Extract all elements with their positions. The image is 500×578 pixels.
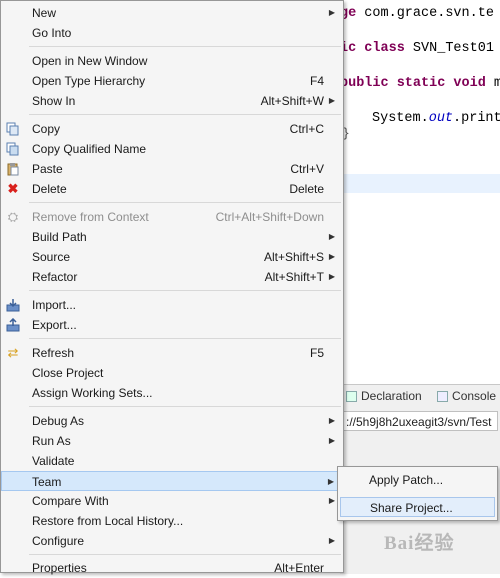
current-line-highlight — [340, 174, 500, 193]
tab-declaration[interactable]: Declaration — [346, 389, 422, 403]
menu-item-refactor[interactable]: Refactor Alt+Shift+T ▶ — [1, 267, 343, 287]
menu-item-team[interactable]: Team ▶ — [1, 471, 343, 491]
menu-separator — [29, 114, 341, 115]
submenu-arrow-icon: ▶ — [328, 436, 335, 445]
menu-item-assign-working-sets[interactable]: Assign Working Sets... — [1, 383, 343, 403]
code-line-method: public static void m — [340, 76, 500, 91]
menu-item-open-in-new-window[interactable]: Open in New Window — [1, 51, 343, 71]
paste-icon — [6, 162, 20, 176]
menu-item-restore-from-local-history[interactable]: Restore from Local History... — [1, 511, 343, 531]
watermark: Bai经验 — [384, 533, 455, 554]
menu-item-import[interactable]: Import... — [1, 295, 343, 315]
menu-item-new[interactable]: New ▶ — [1, 3, 343, 23]
menu-item-delete[interactable]: ✖ Delete Delete — [1, 179, 343, 199]
submenu-arrow-icon: ▶ — [328, 252, 335, 261]
submenu-arrow-icon: ▶ — [328, 8, 335, 17]
copy-qualified-name-icon — [6, 142, 20, 156]
submenu-item-apply-patch[interactable]: Apply Patch... — [340, 470, 495, 490]
submenu-arrow-icon: ▶ — [328, 272, 335, 281]
menu-item-build-path[interactable]: Build Path ▶ — [1, 227, 343, 247]
menu-item-run-as[interactable]: Run As ▶ — [1, 431, 343, 451]
remove-from-context-icon: ⛭ — [7, 209, 19, 224]
submenu-arrow-icon: ▶ — [328, 416, 335, 425]
submenu-arrow-icon: ▶ — [328, 232, 335, 241]
submenu-item-share-project[interactable]: Share Project... — [340, 497, 495, 517]
menu-separator — [29, 406, 341, 407]
submenu-arrow-icon: ▶ — [328, 96, 335, 105]
menu-item-show-in[interactable]: Show In Alt+Shift+W ▶ — [1, 91, 343, 111]
declaration-icon — [346, 390, 357, 402]
menu-item-validate[interactable]: Validate — [1, 451, 343, 471]
menu-item-export[interactable]: Export... — [1, 315, 343, 335]
menu-item-properties[interactable]: Properties Alt+Enter — [1, 558, 343, 578]
menu-item-refresh[interactable]: ⇄ Refresh F5 — [1, 343, 343, 363]
menu-item-copy-qualified-name[interactable]: Copy Qualified Name — [1, 139, 343, 159]
menu-item-copy[interactable]: Copy Ctrl+C — [1, 119, 343, 139]
tab-console[interactable]: Console — [437, 389, 496, 403]
panel-tabs: Declaration Console — [346, 389, 500, 405]
export-icon — [6, 317, 20, 332]
menu-item-open-type-hierarchy[interactable]: Open Type Hierarchy F4 — [1, 71, 343, 91]
submenu-arrow-icon: ▶ — [328, 536, 335, 545]
menu-separator — [29, 338, 341, 339]
menu-item-remove-from-context: ⛭ Remove from Context Ctrl+Alt+Shift+Down — [7, 209, 324, 225]
menu-separator — [29, 290, 341, 291]
menu-item-compare-with[interactable]: Compare With ▶ — [1, 491, 343, 511]
repository-url-field[interactable]: ://5h9j8h2uxeagit3/svn/Test — [342, 411, 498, 431]
delete-icon: ✖ — [7, 181, 19, 196]
code-line-class: ic class SVN_Test01 — [340, 41, 494, 56]
submenu-arrow-icon: ▶ — [327, 477, 334, 486]
team-submenu: Apply Patch... Share Project... — [337, 466, 498, 521]
code-line-print: System.out.print — [372, 111, 500, 126]
import-icon — [6, 298, 20, 312]
copy-icon — [6, 122, 20, 136]
refresh-icon: ⇄ — [7, 345, 19, 360]
console-icon — [437, 390, 449, 402]
menu-item-configure[interactable]: Configure ▶ — [1, 531, 343, 551]
submenu-arrow-icon: ▶ — [328, 496, 335, 505]
context-menu: New ▶ Go Into Open in New Window Open Typ… — [0, 0, 344, 575]
menu-item-go-into[interactable]: Go Into — [1, 23, 343, 43]
menu-item-close-project[interactable]: Close Project — [1, 363, 343, 383]
menu-item-source[interactable]: Source Alt+Shift+S ▶ — [1, 247, 343, 267]
menu-separator — [29, 554, 341, 555]
menu-separator — [29, 202, 341, 203]
menu-separator — [29, 46, 341, 47]
menu-item-paste[interactable]: Paste Ctrl+V — [1, 159, 343, 179]
menu-item-debug-as[interactable]: Debug As ▶ — [1, 411, 343, 431]
code-line-package: ge com.grace.svn.te — [340, 6, 494, 21]
